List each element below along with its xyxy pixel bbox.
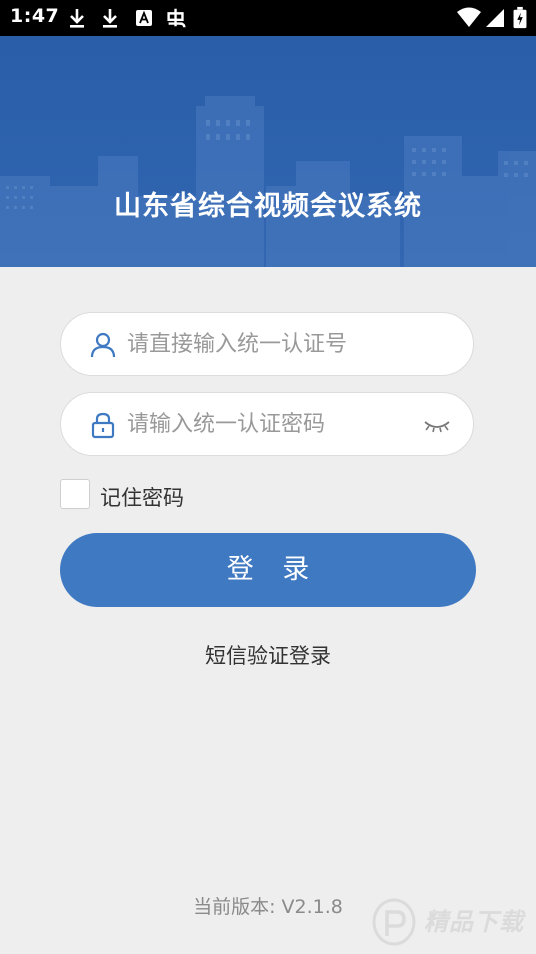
watermark-logo-icon	[372, 898, 416, 946]
password-input[interactable]	[127, 393, 427, 455]
battery-icon	[513, 6, 527, 29]
bug-icon	[167, 8, 186, 28]
version-prefix: 当前版本:	[193, 896, 282, 918]
header-banner: 山东省综合视频会议系统	[0, 36, 536, 267]
login-button[interactable]: 登 录	[60, 533, 476, 607]
password-field[interactable]	[60, 392, 474, 456]
user-icon	[90, 332, 116, 358]
signal-icon	[486, 9, 504, 27]
status-time: 1:47	[10, 5, 60, 27]
text-a-icon	[136, 10, 152, 26]
remember-checkbox[interactable]	[60, 479, 90, 509]
lock-icon	[91, 412, 115, 439]
download-icon	[70, 9, 84, 28]
sms-login-link[interactable]: 短信验证登录	[0, 640, 536, 670]
remember-label: 记住密码	[100, 486, 184, 510]
watermark: 精品下载	[370, 896, 536, 948]
city-skyline-illustration	[0, 96, 536, 267]
username-field[interactable]	[60, 312, 474, 376]
status-bar: 1:47	[0, 0, 536, 36]
wifi-icon	[457, 7, 481, 27]
username-input[interactable]	[127, 313, 427, 375]
download-icon	[103, 9, 117, 28]
eye-closed-icon[interactable]	[423, 415, 451, 435]
version-number: V2.1.8	[281, 896, 343, 918]
app-title: 山东省综合视频会议系统	[114, 191, 422, 222]
watermark-text: 精品下载	[424, 908, 524, 936]
